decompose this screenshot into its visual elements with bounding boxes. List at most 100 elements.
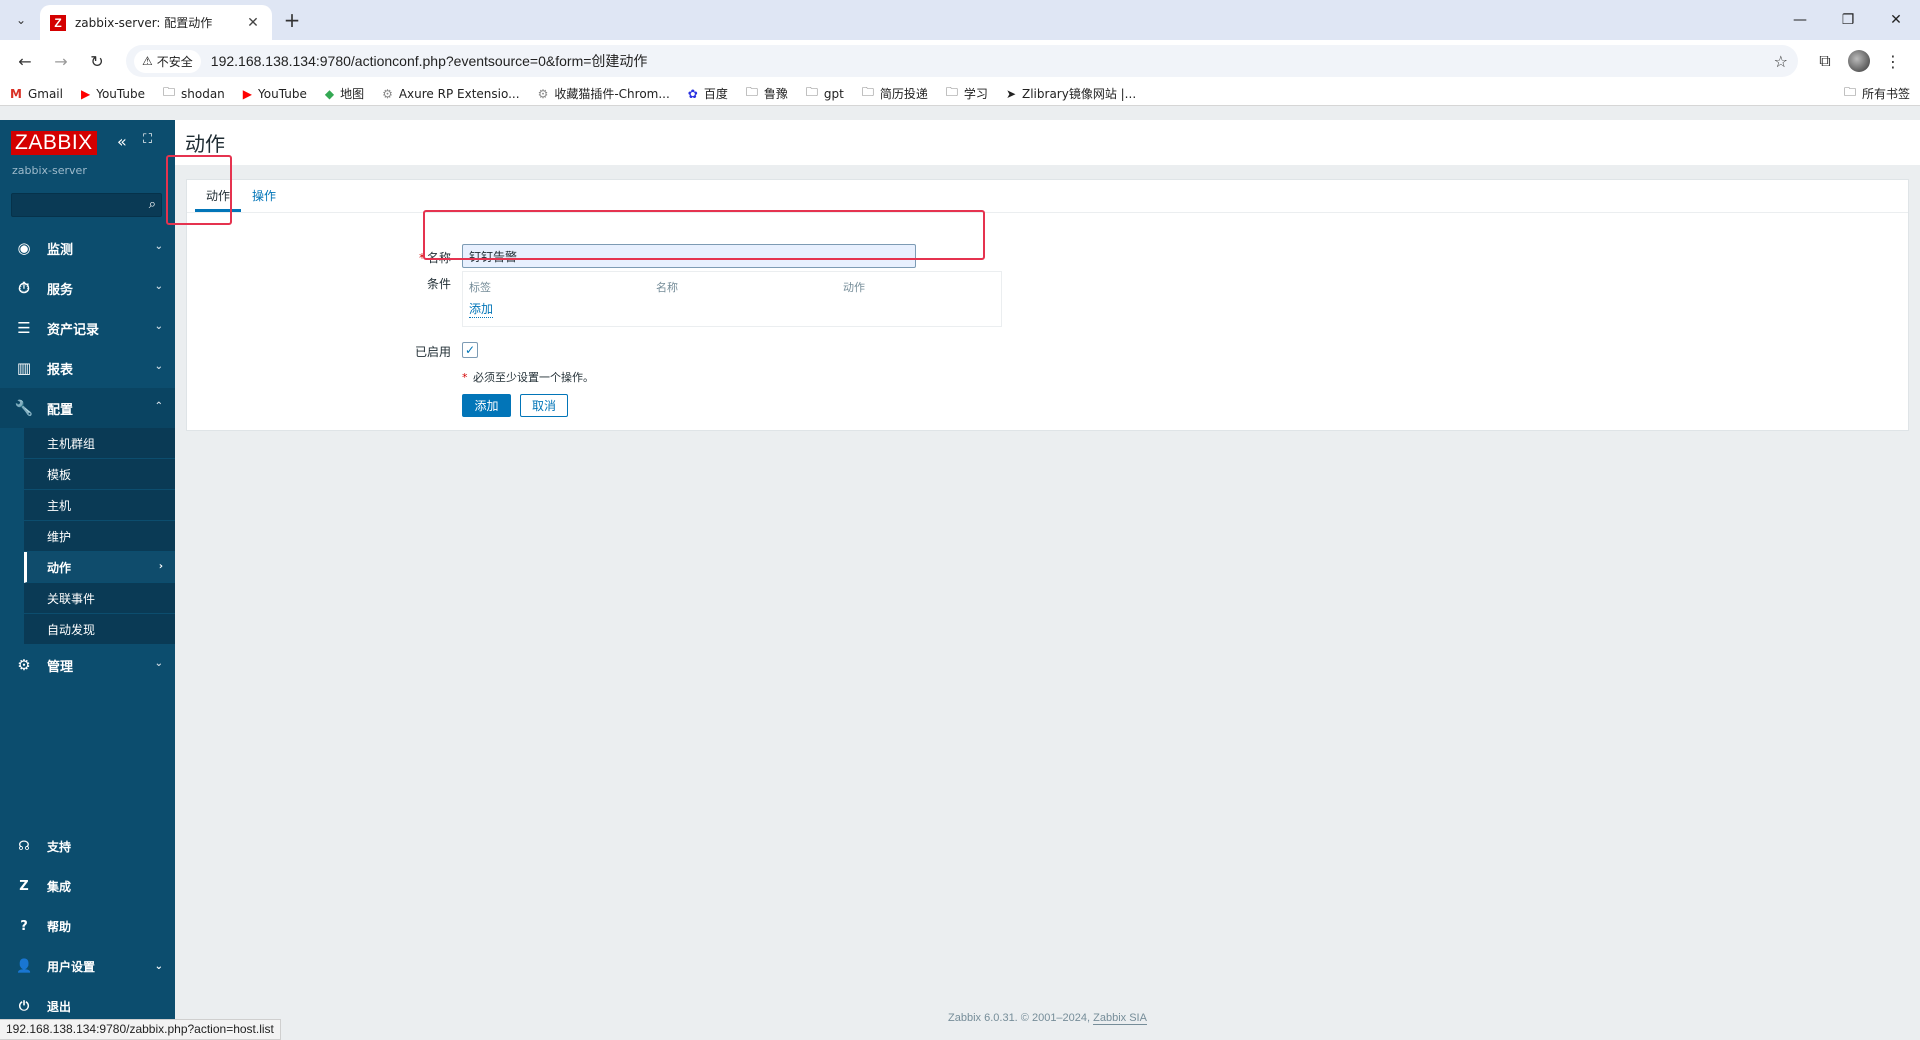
warning-icon: ⚠ [142,54,153,68]
menu-help[interactable]: ? 帮助 [0,906,175,946]
cond-header-action: 动作 [843,281,865,294]
folder-icon: 🗀 [805,85,818,99]
zabbix-logo[interactable]: ZABBIX [11,131,97,155]
collapse-sidebar-icon[interactable]: « [117,132,127,151]
folder-icon: 🗀 [945,85,958,99]
back-icon[interactable]: ← [10,46,40,76]
reload-icon[interactable]: ↻ [82,46,112,76]
submenu-discovery[interactable]: 自动发现 [24,614,175,645]
submenu-templates[interactable]: 模板 [24,459,175,490]
submenu-hosts[interactable]: 主机 [24,490,175,521]
cancel-button[interactable]: 取消 [520,394,568,417]
extensions-icon[interactable]: ⧉ [1808,46,1842,76]
question-icon: ? [20,918,28,934]
zabbix-app: ZABBIX « ⛶ zabbix-server ⌕ ◉ 监测 ⌄ ⏱ 服务 ⌄ ☰ 资产… [0,120,1920,1040]
bookmark-gmail[interactable]: M Gmail [10,87,63,101]
star-icon[interactable]: ☆ [1774,52,1788,71]
menu-support[interactable]: ☊ 支持 [0,826,175,866]
cond-header-name: 名称 [656,281,678,294]
submenu-maintenance[interactable]: 维护 [24,521,175,552]
gear-icon: ⚙ [17,656,31,674]
menu-user-settings[interactable]: 👤 用户设置 ⌄ [0,946,175,986]
folder-icon: 🗀 [861,85,874,99]
menu-monitoring[interactable]: ◉ 监测 ⌄ [0,228,175,268]
config-submenu: 主机群组 模板 主机 维护 动作 › 关联事件 自动发现 [24,428,175,645]
chevron-down-icon: ⌄ [154,960,163,972]
bookmark-zlibrary[interactable]: ➤ Zlibrary镜像网站 |... [1006,85,1136,102]
bookmark-maps[interactable]: ◆ 地图 [325,85,364,102]
bookmark-youtube[interactable]: ▶ YouTube [81,87,145,101]
enabled-checkbox[interactable]: ✓ [462,342,478,358]
restore-icon[interactable]: ❐ [1824,0,1872,40]
required-note: * 必须至少设置一个操作。 [462,371,594,384]
all-bookmarks[interactable]: 🗀 所有书签 [1844,83,1910,104]
browser-tab-bar: ⌄ Z zabbix-server: 配置动作 ✕ + — ❐ ✕ [0,0,1920,40]
window-close-icon[interactable]: ✕ [1872,0,1920,40]
menu-inventory[interactable]: ☰ 资产记录 ⌄ [0,308,175,348]
search-icon[interactable]: ⌕ [149,197,156,212]
page-title: 动作 [185,132,225,156]
minimize-icon[interactable]: — [1776,0,1824,40]
submenu-actions[interactable]: 动作 › [24,552,175,583]
zabbix-sia-link[interactable]: Zabbix SIA [1093,1012,1147,1025]
bookmark-gpt[interactable]: 🗀 gpt [806,83,844,104]
sidebar-search-input[interactable]: ⌕ [11,193,162,217]
wrench-icon: 🔧 [14,399,34,417]
add-condition-link[interactable]: 添加 [469,300,494,318]
bookmark-axure[interactable]: ⚙ Axure RP Extensio... [382,87,519,101]
close-icon[interactable]: ✕ [244,15,262,31]
sidebar: ZABBIX « ⛶ zabbix-server ⌕ ◉ 监测 ⌄ ⏱ 服务 ⌄ ☰ 资产… [0,120,175,1040]
annotation-highlight-name [423,210,985,260]
bookmark-jianli[interactable]: 🗀 简历投递 [862,83,928,104]
security-indicator[interactable]: ⚠ 不安全 [134,49,201,73]
annotation-highlight-tab [166,155,232,225]
window-controls: — ❐ ✕ [1776,0,1920,40]
chevron-down-icon: ⌄ [154,321,163,332]
bookmark-shoucangmao[interactable]: ⚙ 收藏猫插件-Chrom... [538,85,670,102]
address-bar[interactable]: ⚠ 不安全 192.168.138.134:9780/actionconf.ph… [126,45,1798,77]
kiosk-mode-icon[interactable]: ⛶ [143,132,152,147]
baidu-icon: ✿ [687,86,698,101]
menu-services[interactable]: ⏱ 服务 ⌄ [0,268,175,308]
power-icon: ⏻ [18,998,30,1014]
form-tabs: 动作 操作 [187,180,1908,213]
url-text[interactable]: 192.168.138.134:9780/actionconf.php?even… [211,51,1774,71]
chevron-up-icon: ⌃ [154,401,163,412]
browser-menu-icon[interactable]: ⋮ [1876,46,1910,76]
cond-header-label: 标签 [469,281,491,294]
bookmark-youtube-2[interactable]: ▶ YouTube [243,87,307,101]
avatar [1848,50,1870,72]
forward-icon[interactable]: → [46,46,76,76]
bookmark-shodan[interactable]: 🗀 shodan [163,83,225,104]
submenu-event-correlation[interactable]: 关联事件 [24,583,175,614]
gmail-icon: M [10,86,22,101]
submenu-host-groups[interactable]: 主机群组 [24,428,175,459]
tab-title: zabbix-server: 配置动作 [75,16,213,30]
chevron-down-icon: ⌄ [154,281,163,292]
menu-reports[interactable]: ▥ 报表 ⌄ [0,348,175,388]
menu-administration[interactable]: ⚙ 管理 ⌄ [0,645,175,685]
footer: Zabbix 6.0.31. © 2001–2024, Zabbix SIA [948,1012,1147,1025]
bookmark-baidu[interactable]: ✿ 百度 [688,85,728,102]
add-button[interactable]: 添加 [462,394,511,417]
chart-icon: ▥ [16,359,32,377]
new-tab-icon[interactable]: + [281,9,303,31]
send-icon: ➤ [1005,86,1016,101]
chevron-down-icon: ⌄ [154,658,163,669]
profile-avatar[interactable] [1842,46,1876,76]
folder-icon: 🗀 [745,85,758,99]
chevron-right-icon: › [158,561,163,572]
page-header: 动作 [175,120,1920,165]
main-menu: ◉ 监测 ⌄ ⏱ 服务 ⌄ ☰ 资产记录 ⌄ ▥ 报表 ⌄ 🔧 配置 ⌃ 主机群组 模板 主机 维护… [0,228,175,685]
bookmark-xuexi[interactable]: 🗀 学习 [946,83,988,104]
browser-tab[interactable]: Z zabbix-server: 配置动作 ✕ [40,5,272,40]
clock-icon: ⏱ [18,279,30,297]
bookmark-luyu[interactable]: 🗀 鲁豫 [746,83,788,104]
status-bar-url: 192.168.138.134:9780/zabbix.php?action=h… [0,1019,281,1040]
menu-configuration[interactable]: 🔧 配置 ⌃ [0,388,175,428]
tab-operations[interactable]: 操作 [241,187,287,212]
security-label: 不安全 [156,54,193,69]
menu-integrations[interactable]: Z 集成 [0,866,175,906]
tab-search-icon[interactable]: ⌄ [10,9,32,31]
list-icon: ☰ [17,319,31,337]
